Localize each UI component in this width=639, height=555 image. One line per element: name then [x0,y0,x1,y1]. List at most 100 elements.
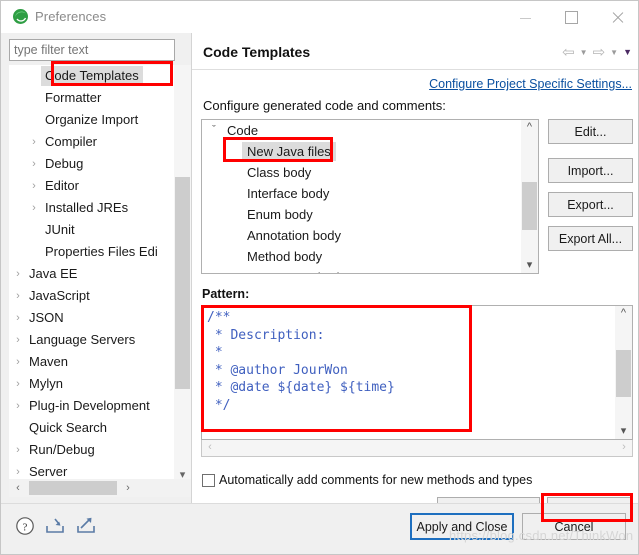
chevron-right-icon[interactable]: › [11,307,25,329]
template-item-constructor-body[interactable]: Constructor body [202,267,521,273]
forward-arrow-icon[interactable]: ⇨ [593,45,606,60]
sidebar-item-label: Formatter [45,90,102,105]
pattern-scrollbar-thumb[interactable] [616,350,631,397]
tree-vertical-scrollbar[interactable]: ▾ [174,65,191,483]
sidebar-item-label: Run/Debug [29,442,95,457]
sidebar-item-mylyn[interactable]: › Mylyn [9,373,173,395]
close-button[interactable] [594,1,638,33]
import-button[interactable]: Import... [548,158,633,183]
section-label: Configure generated code and comments: [203,98,446,113]
back-menu-chevron-down-icon[interactable]: ▼ [580,48,588,57]
templates-listbox[interactable]: ˇ Code New Java files Class body Interface b… [201,119,539,274]
maximize-button[interactable] [548,1,594,33]
svg-text:?: ? [23,521,28,533]
help-icon[interactable]: ? [15,516,35,536]
page-title: Code Templates [203,44,311,60]
sidebar-item-label: Java EE [29,266,78,281]
sidebar-item-editor[interactable]: › Editor [9,175,173,197]
sidebar-item-debug[interactable]: › Debug [9,153,173,175]
sidebar-item-quick-search[interactable]: Quick Search [9,417,173,439]
close-icon [594,1,638,33]
chevron-right-icon[interactable]: › [11,395,25,417]
chevron-right-icon[interactable]: › [616,440,632,455]
cancel-button[interactable]: Cancel [522,513,626,540]
template-item-new-java-files[interactable]: New Java files [202,141,521,162]
chevron-up-icon[interactable]: ^ [615,306,632,321]
apply-and-close-button[interactable]: Apply and Close [410,513,514,540]
sidebar-item-run-debug[interactable]: › Run/Debug [9,439,173,461]
template-item-class-body[interactable]: Class body [202,162,521,183]
chevron-up-icon[interactable]: ^ [521,120,538,135]
preferences-tree-list: Code Templates Formatter Organize Import › C… [9,65,173,483]
sidebar-item-label: Organize Import [45,112,139,127]
template-item-code[interactable]: ˇ Code [202,120,521,141]
sidebar-item-label: Code Templates [41,66,143,86]
template-item-interface-body[interactable]: Interface body [202,183,521,204]
chevron-right-icon[interactable]: › [27,131,41,153]
chevron-right-icon[interactable]: › [11,329,25,351]
sidebar-item-java-ee[interactable]: › Java EE [9,263,173,285]
sidebar-item-properties-files-edi[interactable]: Properties Files Edi [9,241,173,263]
sidebar-item-maven[interactable]: › Maven [9,351,173,373]
sidebar-item-compiler[interactable]: › Compiler [9,131,173,153]
templates-vertical-scrollbar[interactable]: ^ ▾ [521,120,538,273]
chevron-right-icon[interactable]: › [11,351,25,373]
template-item-label: Annotation body [247,228,341,243]
export-all-button[interactable]: Export All... [548,226,633,251]
chevron-right-icon[interactable]: › [11,373,25,395]
chevron-right-icon[interactable]: › [27,197,41,219]
chevron-down-icon[interactable]: ▾ [521,258,538,273]
chevron-right-icon[interactable]: › [11,285,25,307]
template-item-enum-body[interactable]: Enum body [202,204,521,225]
sidebar-item-json[interactable]: › JSON [9,307,173,329]
preferences-tree[interactable]: Code Templates Formatter Organize Import › C… [9,65,191,483]
tree-scrollbar-thumb[interactable] [175,177,190,389]
sidebar-item-label: JSON [29,310,64,325]
chevron-down-icon[interactable]: ▾ [615,424,632,439]
template-item-method-body[interactable]: Method body [202,246,521,267]
template-item-label: Code [227,123,259,138]
forward-menu-chevron-down-icon[interactable]: ▼ [610,48,618,57]
export-button[interactable]: Export... [548,192,633,217]
auto-comments-checkbox[interactable] [202,473,215,487]
chevron-down-icon[interactable]: ˇ [208,120,220,141]
sidebar-item-language-servers[interactable]: › Language Servers [9,329,173,351]
chevron-left-icon[interactable]: ‹ [9,479,27,497]
chevron-left-icon[interactable]: ‹ [202,440,218,455]
template-item-annotation-body[interactable]: Annotation body [202,225,521,246]
footer-icons: ? [15,516,97,536]
view-menu-chevron-down-icon[interactable]: ▼ [623,48,632,57]
minimize-icon [502,1,548,33]
edit-button[interactable]: Edit... [548,119,633,144]
back-arrow-icon[interactable]: ⇦ [562,45,575,60]
chevron-right-icon[interactable]: › [11,439,25,461]
export-preferences-icon[interactable] [75,516,97,536]
tree-horizontal-scrollbar[interactable]: ‹ › [9,479,191,497]
template-item-label: New Java files [242,142,336,161]
sidebar-item-formatter[interactable]: Formatter [9,87,173,109]
sidebar-item-javascript[interactable]: › JavaScript [9,285,173,307]
template-item-label: Enum body [247,207,313,222]
template-item-label: Method body [247,249,323,264]
chevron-right-icon[interactable]: › [119,479,137,497]
templates-scrollbar-thumb[interactable] [522,182,537,230]
template-item-label: Constructor body [242,268,351,273]
chevron-right-icon[interactable]: › [27,175,41,197]
pattern-horizontal-scrollbar[interactable]: ‹ › [201,440,633,457]
sidebar-item-junit[interactable]: JUnit [9,219,173,241]
chevron-right-icon[interactable]: › [11,263,25,285]
sidebar-item-installed-jres[interactable]: › Installed JREs [9,197,173,219]
auto-comments-row[interactable]: Automatically add comments for new metho… [202,473,532,487]
configure-project-specific-settings-link[interactable]: Configure Project Specific Settings... [429,77,632,91]
pattern-vertical-scrollbar[interactable]: ^ ▾ [615,306,632,439]
sidebar-item-organize-import[interactable]: Organize Import [9,109,173,131]
pattern-preview[interactable]: /** * Description: * * @author JourWon *… [201,305,633,440]
minimize-button[interactable] [502,1,548,33]
chevron-right-icon[interactable]: › [27,153,41,175]
tree-hscrollbar-thumb[interactable] [29,481,117,495]
maximize-icon [548,1,594,33]
sidebar-item-plug-in-development[interactable]: › Plug-in Development [9,395,173,417]
import-preferences-icon[interactable] [44,516,66,536]
filter-input[interactable] [9,39,175,61]
sidebar-item-code-templates[interactable]: Code Templates [9,65,173,87]
